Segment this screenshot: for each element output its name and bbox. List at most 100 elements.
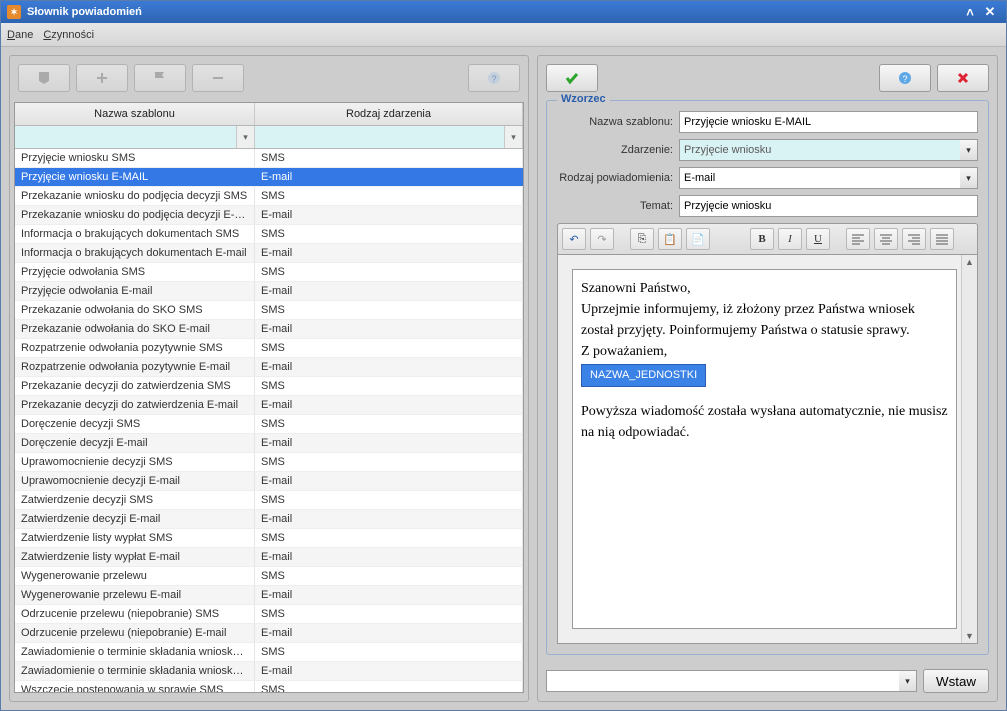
add-button[interactable]: [76, 64, 128, 92]
grid-body[interactable]: Przyjęcie wniosku SMSSMSPrzyjęcie wniosk…: [15, 149, 523, 692]
editor-content[interactable]: Szanowni Państwo, Uprzejmie informujemy,…: [572, 269, 957, 629]
template-name-input[interactable]: [679, 111, 978, 133]
table-row[interactable]: Przekazanie odwołania do SKO SMSSMS: [15, 301, 523, 320]
filter-name-dropdown[interactable]: ▾: [236, 126, 254, 148]
table-row[interactable]: Przekazanie odwołania do SKO E-mailE-mai…: [15, 320, 523, 339]
cell-type: E-mail: [255, 206, 523, 224]
table-row[interactable]: Zatwierdzenie listy wypłat SMSSMS: [15, 529, 523, 548]
help-icon: ?: [897, 70, 913, 86]
cancel-button[interactable]: [937, 64, 989, 92]
event-select-arrow[interactable]: ▾: [960, 139, 978, 161]
table-row[interactable]: Przekazanie decyzji do zatwierdzenia E-m…: [15, 396, 523, 415]
undo-button[interactable]: ↶: [562, 228, 586, 250]
kind-select-arrow[interactable]: ▾: [960, 167, 978, 189]
merge-tag[interactable]: NAZWA_JEDNOSTKI: [581, 364, 706, 387]
insert-select[interactable]: [546, 670, 899, 692]
table-row[interactable]: Rozpatrzenie odwołania pozytywnie SMSSMS: [15, 339, 523, 358]
cell-name: Przyjęcie odwołania E-mail: [15, 282, 255, 300]
cell-type: SMS: [255, 149, 523, 167]
cell-name: Zawiadomienie o terminie składania wnios…: [15, 643, 255, 661]
templates-grid: Nazwa szablonu Rodzaj zdarzenia ▾ ▾ Przy…: [14, 102, 524, 693]
editor-body: Uprzejmie informujemy, iż złożony przez …: [581, 299, 948, 341]
grid-header: Nazwa szablonu Rodzaj zdarzenia: [15, 103, 523, 126]
table-row[interactable]: Zawiadomienie o terminie składania wnios…: [15, 643, 523, 662]
ok-button[interactable]: [546, 64, 598, 92]
bold-icon: B: [758, 233, 765, 245]
table-row[interactable]: Uprawomocnienie decyzji SMSSMS: [15, 453, 523, 472]
cell-type: SMS: [255, 225, 523, 243]
cell-name: Zawiadomienie o terminie składania wnios…: [15, 662, 255, 680]
table-row[interactable]: Uprawomocnienie decyzji E-mailE-mail: [15, 472, 523, 491]
paste-button[interactable]: 📋: [658, 228, 682, 250]
table-row[interactable]: Przekazanie wniosku do podjęcia decyzji …: [15, 206, 523, 225]
minimize-button[interactable]: ˄: [960, 5, 980, 20]
insert-row: ▾ Wstaw: [546, 669, 989, 693]
svg-text:?: ?: [902, 74, 907, 84]
table-row[interactable]: Wygenerowanie przelewuSMS: [15, 567, 523, 586]
align-center-button[interactable]: [874, 228, 898, 250]
table-row[interactable]: Informacja o brakujących dokumentach SMS…: [15, 225, 523, 244]
cell-type: E-mail: [255, 434, 523, 452]
minus-icon: [210, 70, 226, 86]
table-row[interactable]: Zatwierdzenie listy wypłat E-mailE-mail: [15, 548, 523, 567]
shield-button[interactable]: [18, 64, 70, 92]
filter-type-input[interactable]: [255, 126, 504, 148]
table-row[interactable]: Zatwierdzenie decyzji E-mailE-mail: [15, 510, 523, 529]
table-row[interactable]: Rozpatrzenie odwołania pozytywnie E-mail…: [15, 358, 523, 377]
align-center-icon: [878, 231, 894, 247]
table-row[interactable]: Przyjęcie wniosku SMSSMS: [15, 149, 523, 168]
menu-czynnosci[interactable]: Czynności: [43, 29, 94, 41]
table-row[interactable]: Odrzucenie przelewu (niepobranie) E-mail…: [15, 624, 523, 643]
close-window-button[interactable]: ✕: [980, 4, 1000, 20]
table-row[interactable]: Odrzucenie przelewu (niepobranie) SMSSMS: [15, 605, 523, 624]
grid-header-type[interactable]: Rodzaj zdarzenia: [255, 103, 523, 125]
copy-button[interactable]: ⎘: [630, 228, 654, 250]
align-left-button[interactable]: [846, 228, 870, 250]
insert-select-arrow[interactable]: ▾: [899, 670, 917, 692]
body-area: ? Nazwa szablonu Rodzaj zdarzenia ▾ ▾: [1, 47, 1006, 710]
menu-dane[interactable]: Dane: [7, 29, 33, 41]
cell-type: SMS: [255, 453, 523, 471]
table-row[interactable]: Doręczenie decyzji SMSSMS: [15, 415, 523, 434]
table-row[interactable]: Zatwierdzenie decyzji SMSSMS: [15, 491, 523, 510]
cell-type: SMS: [255, 567, 523, 585]
table-row[interactable]: Wszczęcie postępowania w sprawie SMSSMS: [15, 681, 523, 692]
table-row[interactable]: Przekazanie decyzji do zatwierdzenia SMS…: [15, 377, 523, 396]
event-select[interactable]: [679, 139, 960, 161]
redo-button[interactable]: ↷: [590, 228, 614, 250]
align-justify-button[interactable]: [930, 228, 954, 250]
flag-icon: [152, 70, 168, 86]
table-row[interactable]: Przyjęcie wniosku E-MAILE-mail: [15, 168, 523, 187]
filter-name-input[interactable]: [15, 126, 236, 148]
flag-button[interactable]: [134, 64, 186, 92]
cell-name: Przyjęcie wniosku SMS: [15, 149, 255, 167]
editor-scrollbar[interactable]: [961, 255, 977, 643]
help-button-right[interactable]: ?: [879, 64, 931, 92]
cell-type: SMS: [255, 301, 523, 319]
cell-type: SMS: [255, 491, 523, 509]
cell-type: E-mail: [255, 662, 523, 680]
help-button-left[interactable]: ?: [468, 64, 520, 92]
remove-button[interactable]: [192, 64, 244, 92]
bold-button[interactable]: B: [750, 228, 774, 250]
table-row[interactable]: Przekazanie wniosku do podjęcia decyzji …: [15, 187, 523, 206]
editor-signoff: Z poważaniem,: [581, 341, 948, 362]
align-right-button[interactable]: [902, 228, 926, 250]
subject-input[interactable]: [679, 195, 978, 217]
paste-plain-button[interactable]: 📄: [686, 228, 710, 250]
table-row[interactable]: Przyjęcie odwołania E-mailE-mail: [15, 282, 523, 301]
underline-button[interactable]: U: [806, 228, 830, 250]
paste-plain-icon: 📄: [691, 233, 705, 246]
table-row[interactable]: Wygenerowanie przelewu E-mailE-mail: [15, 586, 523, 605]
table-row[interactable]: Doręczenie decyzji E-mailE-mail: [15, 434, 523, 453]
table-row[interactable]: Zawiadomienie o terminie składania wnios…: [15, 662, 523, 681]
grid-header-name[interactable]: Nazwa szablonu: [15, 103, 255, 125]
table-row[interactable]: Przyjęcie odwołania SMSSMS: [15, 263, 523, 282]
filter-type-dropdown[interactable]: ▾: [504, 126, 522, 148]
kind-select[interactable]: [679, 167, 960, 189]
table-row[interactable]: Informacja o brakujących dokumentach E-m…: [15, 244, 523, 263]
main-window: ✶ Słownik powiadomień ˄ ✕ Dane Czynności: [0, 0, 1007, 711]
insert-button[interactable]: Wstaw: [923, 669, 989, 693]
cell-name: Przyjęcie wniosku E-MAIL: [15, 168, 255, 186]
italic-button[interactable]: I: [778, 228, 802, 250]
